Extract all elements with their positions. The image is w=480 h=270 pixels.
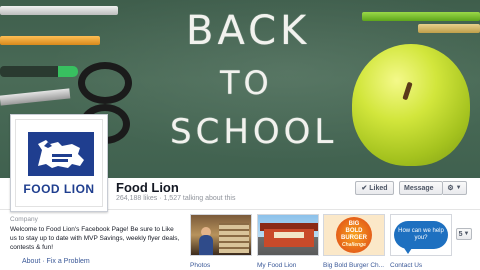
person-image [199,235,213,255]
page-category: Company [10,216,38,223]
speech-bubble-icon: How can we help you? [394,221,448,254]
link-separator: · [42,258,45,265]
check-icon: ✔ [361,185,368,192]
scissors-handle-image [78,62,132,104]
chalk-text: TO [220,64,273,102]
profile-logo-frame: FOOD LION [15,119,103,207]
page-stats: 264,188 likes · 1,527 talking about this [116,195,236,202]
store-sign-image [274,232,304,238]
burger-challenge-thumbnail: BIG BOLD BURGER Challenge [323,214,385,256]
app-label: Contact Us [390,262,423,269]
app-tile-my-food-lion[interactable]: My Food Lion [257,214,319,269]
app-label: My Food Lion [257,262,297,269]
burger-challenge-badge: BIG BOLD BURGER Challenge [336,217,372,253]
more-apps-button[interactable]: 5 ▼ [456,228,472,240]
page-description: Welcome to Food Lion's Facebook Page! Be… [10,226,180,251]
liked-button[interactable]: ✔ Liked [355,181,394,195]
app-label: Big Bold Burger Ch... [323,262,385,269]
pencil-image [362,12,480,21]
page-title[interactable]: Food Lion [116,180,179,195]
app-label: Photos [190,262,211,269]
chalk-text: SCHOOL [170,112,338,152]
food-lion-logo-icon [28,132,94,176]
badge-text: Challenge [342,242,366,248]
profile-picture[interactable]: FOOD LION [10,114,108,212]
marker-cap-image [58,66,78,77]
page-options-button[interactable]: ⚙ ▼ [443,181,467,195]
pencil-image [0,36,100,45]
app-tile-contact-us[interactable]: How can we help you? Contact Us [390,214,452,269]
badge-text: BOLD [345,228,363,234]
badge-text: BIG [348,221,360,227]
message-button-label: Message [404,184,434,192]
message-button[interactable]: Message [399,181,443,195]
logo-wordmark: FOOD LION [23,182,95,196]
more-apps-count: 5 [458,230,463,238]
chalk-text: BACK [186,8,311,54]
pencil-image [418,24,480,33]
contact-us-thumbnail: How can we help you? [390,214,452,256]
gear-icon: ⚙ [447,185,454,192]
photos-thumbnail [190,214,252,256]
chevron-down-icon: ▼ [463,231,470,237]
chevron-down-icon: ▼ [455,185,462,191]
app-tile-burger-challenge[interactable]: BIG BOLD BURGER Challenge Big Bold Burge… [323,214,385,269]
pencil-image [0,6,118,15]
apple-image [352,44,470,166]
badge-text: BURGER [340,235,367,241]
shelf-image [219,223,249,253]
about-links: About · Fix a Problem [22,258,90,265]
facebook-page: BACK TO SCHOOL FOOD LION Food Lion 264,1… [0,0,480,270]
my-food-lion-thumbnail [257,214,319,256]
fix-problem-link[interactable]: Fix a Problem [47,258,90,265]
about-link[interactable]: About [22,258,40,265]
liked-button-label: Liked [369,184,388,192]
app-tile-photos[interactable]: Photos [190,214,252,269]
about-section: Company Welcome to Food Lion's Facebook … [10,216,180,252]
